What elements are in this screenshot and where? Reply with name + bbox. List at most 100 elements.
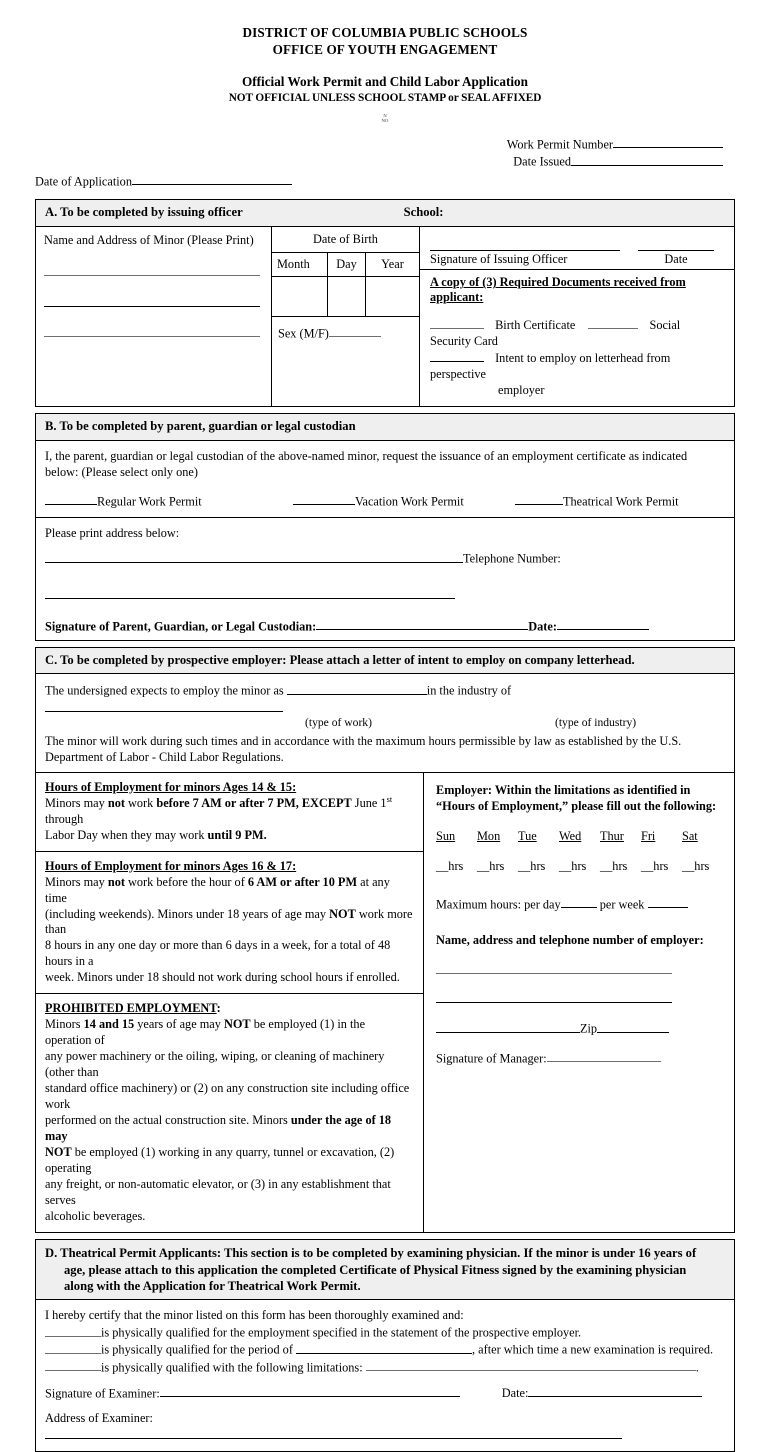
signature-of-examiner-label: Signature of Examiner: (45, 1386, 160, 1401)
maximum-hours-per-week-label: per week (596, 897, 648, 912)
type-of-work-field[interactable] (286, 682, 427, 695)
employer-address-line-2[interactable] (436, 991, 672, 1004)
date-of-application-field[interactable] (131, 173, 292, 186)
section-c-intro-area: The undersigned expects to employ the mi… (36, 674, 734, 771)
birth-certificate-checkline[interactable] (430, 316, 484, 329)
hours-field-sun[interactable]: __hrs (436, 859, 477, 874)
permit-type-options: Regular Work Permit Vacation Work Permit… (45, 493, 725, 510)
section-a-body: Name and Address of Minor (Please Print)… (36, 226, 734, 407)
manager-signature-field[interactable] (546, 1050, 661, 1063)
signature-of-manager-label: Signature of Manager: (436, 1051, 547, 1066)
date-issued-field[interactable] (571, 153, 723, 166)
vacation-work-permit-checkline[interactable] (293, 493, 355, 506)
qualified-limitations-field[interactable] (365, 1359, 696, 1372)
parent-signature-date-field[interactable] (556, 618, 649, 631)
examiner-signature-field[interactable] (159, 1385, 460, 1398)
hours-16-17-line4: week. Minors under 18 should not work du… (45, 970, 400, 985)
employer-city-state-field[interactable] (436, 1020, 580, 1033)
date-issued-row: Date Issued (35, 153, 723, 171)
weekday-sun: Sun (436, 828, 456, 843)
manager-signature-row: Signature of Manager: (436, 1050, 723, 1067)
option-vacation-work-permit[interactable]: Vacation Work Permit (293, 493, 515, 510)
examiner-address-field[interactable] (45, 1426, 622, 1439)
dob-year-header: Year (381, 256, 404, 271)
issuing-officer-signature-field[interactable] (430, 239, 620, 252)
employer-instruction-line2: “Hours of Employment,” please fill out t… (436, 799, 717, 814)
parent-address-line-1[interactable] (45, 550, 463, 564)
employer-instruction: Employer: Within the limitations as iden… (436, 782, 723, 815)
issuing-officer-cell: Signature of Issuing Officer Date A copy… (420, 227, 734, 407)
qualified-period-field[interactable] (296, 1341, 472, 1354)
social-security-card-checkline[interactable] (588, 316, 639, 329)
section-d-band-line1: D. Theatrical Permit Applicants: This se… (45, 1246, 697, 1261)
form-page: DISTRICT OF COLUMBIA PUBLIC SCHOOLS OFFI… (0, 0, 770, 1452)
hours-field-fri[interactable]: __hrs (641, 859, 682, 874)
option-regular-work-permit[interactable]: Regular Work Permit (45, 493, 293, 510)
dob-month-input[interactable] (272, 276, 328, 316)
artifact-text-2: NO (381, 118, 389, 124)
required-document-row-1: Birth Certificate Social Security Card (430, 316, 724, 350)
weekday-wed: Wed (559, 828, 582, 843)
qualified-option-3-checkline[interactable] (45, 1359, 101, 1372)
h1415-b2: before 7 AM or after 7 PM, EXCEPT (156, 795, 352, 810)
dob-day-input[interactable] (328, 276, 366, 316)
weekday-header-row: Sun Mon Tue Wed Thur Fri Sat (436, 829, 723, 844)
weekday-hours-row: __hrs __hrs __hrs __hrs __hrs __hrs __hr… (436, 859, 723, 874)
employer-address-line-1[interactable] (436, 961, 672, 974)
minor-address-line-1[interactable] (44, 264, 260, 277)
prohibited-line1: Minors 14 and 15 years of age may NOT be… (45, 1017, 414, 1049)
issuing-officer-date-field[interactable] (638, 239, 714, 252)
section-b-intro-line2: below: (Please select only one) (45, 464, 198, 479)
maximum-hours-per-day-label: Maximum hours: per day (436, 897, 561, 912)
weekday-thur: Thur (600, 828, 624, 843)
minor-address-line-2[interactable] (44, 294, 260, 307)
work-permit-number-field[interactable] (613, 136, 723, 149)
hours-field-wed[interactable]: __hrs (559, 859, 600, 874)
regular-work-permit-checkline[interactable] (45, 493, 97, 506)
examiner-date-field[interactable] (528, 1385, 703, 1398)
intent-letter-checkline[interactable] (430, 350, 484, 363)
employer-zip-field[interactable] (597, 1020, 670, 1033)
hours-field-thur[interactable]: __hrs (600, 859, 641, 874)
section-a: A. To be completed by issuing officer Sc… (35, 199, 735, 408)
employer-zip-row: Zip (436, 1020, 723, 1037)
hours-field-mon[interactable]: __hrs (477, 859, 518, 874)
h1617-b1: not (107, 874, 125, 889)
section-b-request-area: I, the parent, guardian or legal custodi… (36, 441, 734, 518)
h1617-t1: Minors may (45, 874, 108, 889)
h1415-t1: Minors may (45, 795, 108, 810)
parent-address-line-2[interactable] (45, 586, 455, 599)
maximum-hours-per-week-field[interactable] (647, 896, 688, 909)
section-b-address-area: Please print address below: Telephone Nu… (36, 517, 734, 640)
hours-14-15-title: Hours of Employment for minors Ages 14 &… (45, 779, 297, 794)
weekday-mon: Mon (477, 828, 501, 843)
pe-b1: 14 and 15 (83, 1017, 135, 1032)
sex-field[interactable] (328, 325, 381, 338)
section-a-title: A. To be completed by issuing officer (45, 205, 243, 220)
field-captions-row: (type of work) (type of industry) (45, 716, 725, 730)
date-of-application-label: Date of Application (35, 174, 132, 189)
theatrical-work-permit-checkline[interactable] (515, 493, 563, 506)
hours-field-tue[interactable]: __hrs (518, 859, 559, 874)
date-of-application-row: Date of Application (35, 173, 735, 190)
dob-year-input[interactable] (366, 277, 419, 316)
type-of-industry-field[interactable] (45, 699, 283, 712)
hours-16-17-block: Hours of Employment for minors Ages 16 &… (36, 850, 423, 994)
maximum-hours-per-day-field[interactable] (560, 896, 597, 909)
weekday-fri: Fri (641, 828, 656, 843)
date-of-birth-cell: Date of Birth Month Day Year Sex (M/F) (272, 226, 420, 407)
qualified-option-2-label: is physically qualified for the period o… (101, 1342, 293, 1357)
minor-address-line-3[interactable] (44, 325, 260, 338)
type-of-work-caption: (type of work) (305, 715, 372, 729)
school-label: School: (403, 205, 444, 220)
section-d-body: I hereby certify that the minor listed o… (36, 1300, 734, 1451)
hours-field-sat[interactable]: __hrs (682, 859, 723, 874)
pe-b4: NOT (45, 1145, 72, 1160)
option-theatrical-work-permit[interactable]: Theatrical Work Permit (515, 493, 679, 510)
qualified-option-1-checkline[interactable] (45, 1324, 101, 1337)
prohibited-employment-block: PROHIBITED EMPLOYMENT: Minors 14 and 15 … (36, 993, 423, 1232)
pe-b2: NOT (223, 1017, 251, 1032)
qualified-option-2-checkline[interactable] (45, 1341, 101, 1354)
employer-line-2-row (436, 991, 723, 1008)
parent-signature-field[interactable] (316, 618, 529, 631)
